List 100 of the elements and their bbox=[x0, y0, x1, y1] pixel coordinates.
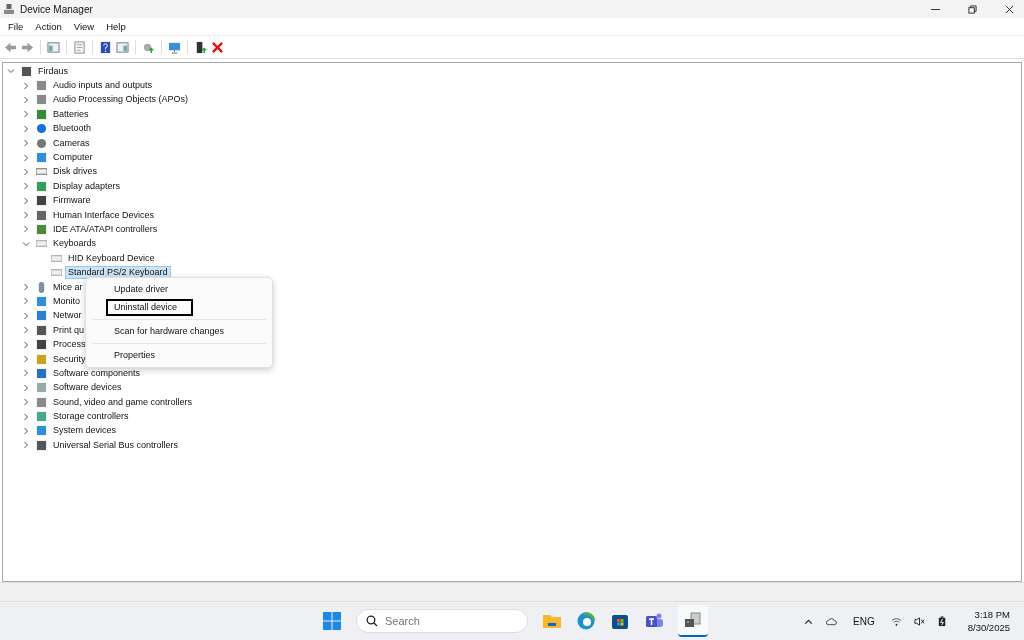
tree-item[interactable]: Batteries bbox=[50, 107, 92, 121]
device-icon bbox=[36, 324, 47, 336]
tree-item[interactable]: Audio Processing Objects (APOs) bbox=[50, 93, 192, 107]
clock-date[interactable]: 8/30/2025 bbox=[967, 621, 1010, 634]
chevron-icon[interactable] bbox=[22, 383, 30, 392]
uninstall-x-icon[interactable] bbox=[211, 40, 224, 54]
chevron-icon[interactable] bbox=[22, 426, 30, 435]
tree-item[interactable]: HID Keyboard Device bbox=[65, 251, 158, 265]
chevron-icon[interactable] bbox=[22, 139, 30, 148]
context-menu-item[interactable]: Uninstall device bbox=[106, 299, 194, 316]
context-menu-item[interactable]: Properties bbox=[106, 347, 164, 364]
console-tree-icon[interactable] bbox=[47, 40, 60, 54]
properties-icon[interactable] bbox=[73, 40, 86, 54]
chevron-icon[interactable] bbox=[22, 124, 30, 133]
chevron-icon[interactable] bbox=[22, 340, 30, 349]
chevron-icon[interactable] bbox=[22, 110, 30, 119]
back-arrow-icon[interactable] bbox=[4, 40, 17, 54]
device-icon bbox=[36, 411, 47, 423]
device-icon bbox=[36, 195, 47, 207]
start-icon[interactable] bbox=[322, 611, 342, 631]
monitor-icon[interactable] bbox=[168, 40, 181, 54]
device-manager-taskbar-button[interactable] bbox=[678, 605, 708, 637]
tree-item[interactable]: Bluetooth bbox=[50, 122, 95, 136]
tree-item[interactable]: Sound, video and game controllers bbox=[50, 395, 196, 409]
device-icon bbox=[36, 123, 47, 135]
tree-item[interactable]: Process bbox=[50, 338, 89, 352]
menu-item[interactable]: Action bbox=[35, 21, 62, 32]
device-icon bbox=[36, 224, 47, 235]
chevron-icon[interactable] bbox=[22, 283, 30, 292]
chevron-icon[interactable] bbox=[22, 153, 30, 162]
chevron-icon[interactable] bbox=[22, 196, 30, 205]
device-icon bbox=[36, 295, 47, 307]
chevron-icon[interactable] bbox=[22, 225, 30, 234]
chevron-icon[interactable] bbox=[22, 398, 30, 407]
device-icon bbox=[36, 339, 47, 351]
chevron-icon[interactable] bbox=[22, 355, 30, 363]
chevron-icon[interactable] bbox=[22, 441, 30, 450]
search-field[interactable]: Search bbox=[356, 609, 528, 633]
tree-item[interactable]: IDE ATA/ATAPI controllers bbox=[50, 223, 161, 236]
chevron-icon[interactable] bbox=[22, 297, 30, 306]
chevron-icon[interactable] bbox=[22, 167, 30, 176]
chevron-icon[interactable] bbox=[22, 326, 30, 335]
clock-time[interactable]: 3:18 PM bbox=[974, 608, 1010, 621]
tree-item[interactable]: Display adapters bbox=[50, 179, 124, 193]
menu-item[interactable]: Help bbox=[106, 21, 126, 32]
device-icon bbox=[36, 396, 47, 408]
language-indicator[interactable]: ENG bbox=[853, 615, 875, 627]
device-icon bbox=[36, 310, 47, 322]
cloud-icon[interactable] bbox=[826, 615, 838, 627]
tree-item[interactable]: Storage controllers bbox=[50, 410, 132, 424]
device-icon bbox=[36, 137, 47, 149]
device-icon bbox=[51, 267, 62, 279]
device-icon bbox=[36, 166, 47, 178]
chevron-icon[interactable] bbox=[22, 412, 30, 421]
tree-item[interactable]: System devices bbox=[50, 424, 120, 438]
search-icon bbox=[366, 615, 378, 627]
device-icon bbox=[36, 439, 47, 451]
tree-item[interactable]: Firmware bbox=[50, 194, 94, 208]
chevron-icon[interactable] bbox=[22, 211, 30, 220]
tree-item[interactable]: Human Interface Devices bbox=[50, 208, 158, 222]
chevron-icon[interactable] bbox=[22, 95, 30, 104]
tree-item[interactable]: Networ bbox=[50, 309, 85, 323]
chevron-icon[interactable] bbox=[22, 81, 30, 90]
chevron-icon[interactable] bbox=[22, 369, 30, 378]
tree-item[interactable]: Cameras bbox=[50, 136, 93, 150]
restore-icon[interactable] bbox=[968, 4, 977, 14]
device-icon bbox=[36, 238, 47, 250]
chevron-icon[interactable] bbox=[22, 239, 30, 248]
device-icon bbox=[36, 94, 47, 106]
device-icon bbox=[36, 353, 47, 365]
device-icon bbox=[36, 80, 47, 92]
chevron-icon[interactable] bbox=[22, 182, 30, 191]
tree-item[interactable]: Print qu bbox=[50, 323, 88, 337]
device-icon bbox=[36, 425, 47, 437]
chevron-icon[interactable] bbox=[7, 67, 15, 76]
tree-item[interactable]: Computer bbox=[50, 151, 96, 165]
tree-item[interactable]: Disk drives bbox=[50, 165, 100, 179]
muted-speaker-icon[interactable] bbox=[913, 615, 925, 627]
tree-item[interactable]: Audio inputs and outputs bbox=[50, 79, 156, 93]
close-icon[interactable] bbox=[1005, 4, 1014, 14]
device-icon bbox=[36, 382, 47, 394]
tree-item[interactable]: Software devices bbox=[50, 381, 125, 395]
context-menu-item[interactable]: Scan for hardware changes bbox=[106, 323, 233, 340]
menu-item[interactable]: View bbox=[73, 21, 95, 32]
menu-item[interactable]: File bbox=[8, 21, 24, 32]
chevron-icon[interactable] bbox=[22, 311, 30, 320]
browser-icon[interactable] bbox=[576, 611, 596, 631]
help-icon[interactable] bbox=[99, 40, 112, 54]
tree-item[interactable]: Software components bbox=[50, 366, 144, 380]
battery-icon[interactable] bbox=[936, 615, 948, 627]
tree-item[interactable]: Keyboards bbox=[50, 237, 100, 251]
tree-item[interactable]: Security bbox=[50, 352, 89, 366]
enable-device-icon[interactable] bbox=[194, 40, 207, 54]
tree-item[interactable]: Mice ar bbox=[50, 280, 86, 294]
tree-item[interactable]: Firdaus bbox=[35, 64, 71, 78]
wifi-icon[interactable] bbox=[890, 615, 902, 627]
device-icon bbox=[21, 65, 32, 77]
tree-item[interactable]: Monito bbox=[50, 294, 83, 308]
tree-item[interactable]: Universal Serial Bus controllers bbox=[50, 438, 182, 452]
context-menu-item[interactable]: Update driver bbox=[106, 281, 177, 298]
